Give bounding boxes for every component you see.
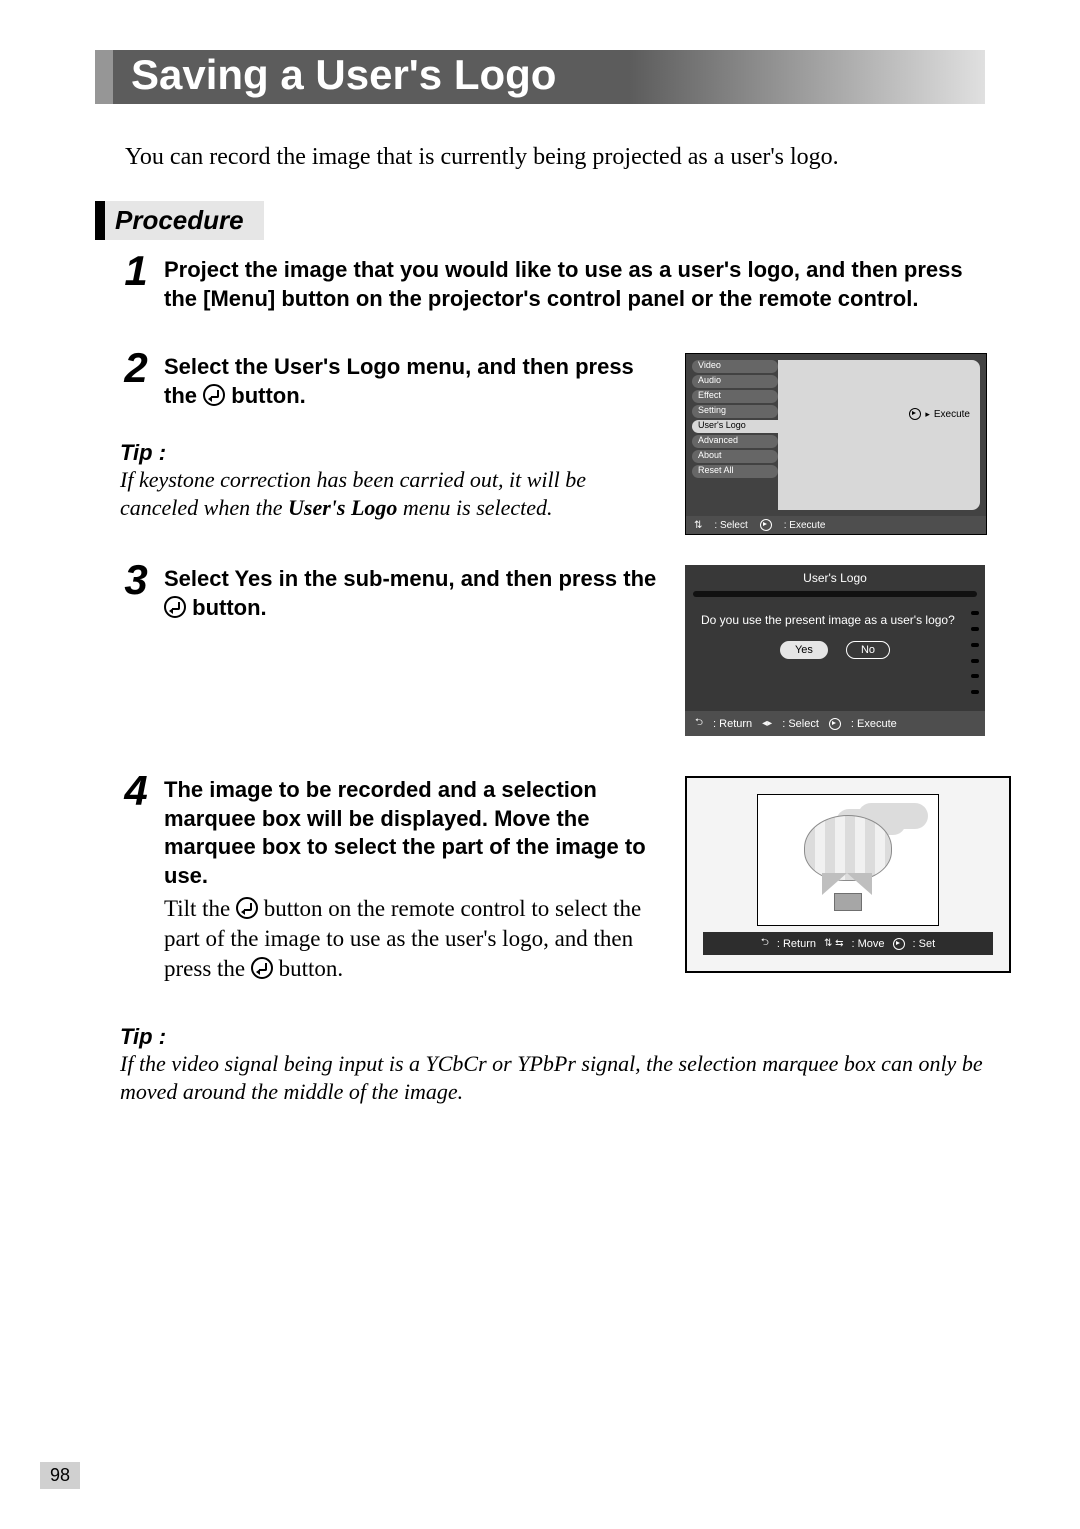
- menu-item: Effect: [692, 390, 778, 403]
- tip-label: Tip :: [120, 440, 665, 466]
- enter-icon: [893, 938, 905, 950]
- step-4-subtext: Tilt the button on the remote control to…: [164, 894, 665, 984]
- step-number: 2: [120, 347, 152, 389]
- step-4-text: The image to be recorded and a selection…: [164, 776, 665, 890]
- screen-footer: ⮌: Return ◂▸: Select : Execute: [685, 711, 985, 736]
- enter-icon: [236, 897, 258, 919]
- menu-item: Advanced: [692, 435, 778, 448]
- move-icon: ⇅ ⇆: [824, 938, 844, 949]
- menu-item: Reset All: [692, 465, 778, 478]
- enter-icon: [909, 408, 921, 420]
- intro-text: You can record the image that is current…: [125, 144, 985, 171]
- enter-icon: [251, 957, 273, 979]
- leftright-icon: ◂▸: [762, 718, 772, 729]
- page-title: Saving a User's Logo: [113, 50, 556, 104]
- enter-icon: [203, 384, 225, 406]
- step-number: 3: [120, 559, 152, 601]
- updown-icon: ⇅: [694, 520, 702, 531]
- menu-item: Video: [692, 360, 778, 373]
- step-3-text: Select Yes in the sub-menu, and then pre…: [164, 565, 665, 622]
- menu-item: Setting: [692, 405, 778, 418]
- screen-footer: ⇅ : Select : Execute: [686, 516, 986, 534]
- return-icon: ⮌: [761, 935, 769, 952]
- enter-icon: [164, 596, 186, 618]
- marquee-box: [757, 794, 939, 926]
- enter-icon: [760, 519, 772, 531]
- tip-2-text: If the video signal being input is a YCb…: [120, 1050, 985, 1105]
- step-number: 1: [120, 250, 152, 292]
- yes-button: Yes: [780, 641, 828, 659]
- menu-item: Audio: [692, 375, 778, 388]
- page-number: 98: [40, 1462, 80, 1489]
- step-2-text: Select the User's Logo menu, and then pr…: [164, 353, 665, 410]
- step-number: 4: [120, 770, 152, 812]
- tip-label: Tip :: [120, 1024, 985, 1050]
- menu-execute-label: ▸ Execute: [909, 408, 970, 420]
- menu-item: About: [692, 450, 778, 463]
- submenu-question: Do you use the present image as a user's…: [701, 613, 969, 629]
- page-title-bar: Saving a User's Logo: [95, 50, 985, 104]
- tip-1-text: If keystone correction has been carried …: [120, 466, 665, 521]
- submenu-title: User's Logo: [685, 565, 985, 589]
- balloon-graphic: [804, 815, 890, 911]
- menu-list: Video Audio Effect Setting User's Logo A…: [692, 360, 778, 510]
- screen-marquee-mockup: ⮌: Return ⇅ ⇆: Move : Set: [685, 776, 1011, 973]
- return-icon: ⮌: [695, 715, 703, 732]
- screen-submenu-mockup: User's Logo Do you use the present image…: [685, 565, 985, 736]
- procedure-heading: Procedure: [95, 201, 264, 240]
- step-1-text: Project the image that you would like to…: [164, 256, 985, 313]
- screen-footer: ⮌: Return ⇅ ⇆: Move : Set: [703, 932, 993, 955]
- no-button: No: [846, 641, 890, 659]
- enter-icon: [829, 718, 841, 730]
- screen-menu-mockup: Video Audio Effect Setting User's Logo A…: [685, 353, 987, 535]
